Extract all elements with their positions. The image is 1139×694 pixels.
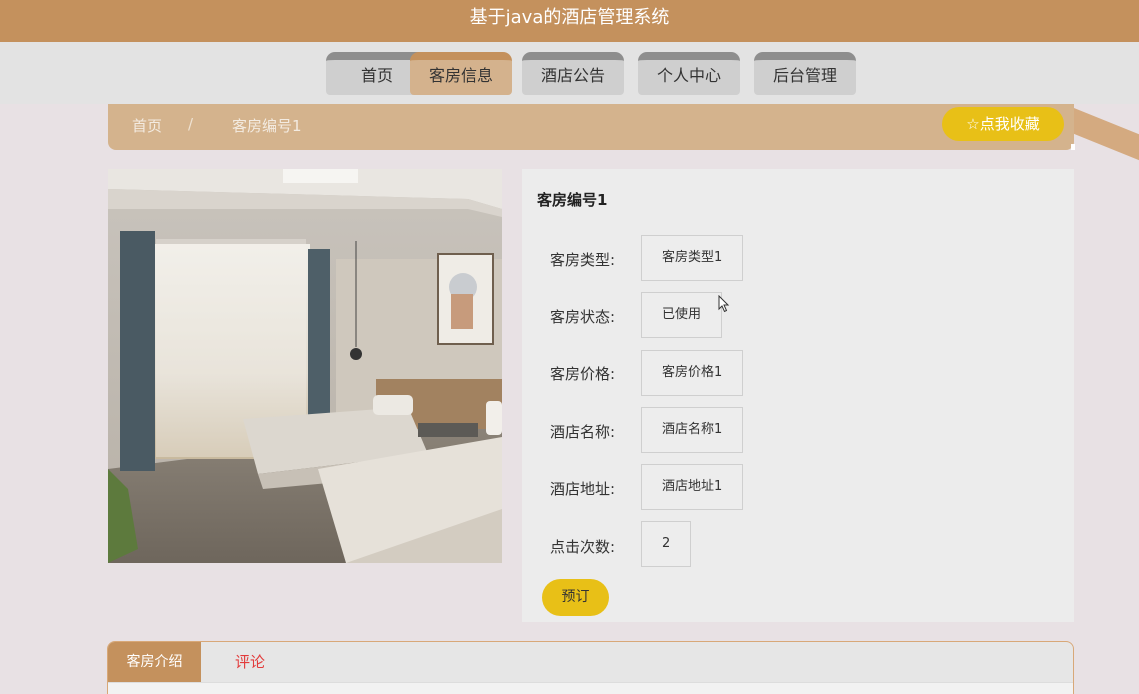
book-button[interactable]: 预订 <box>542 579 609 616</box>
tab-room-intro[interactable]: 客房介绍 <box>108 642 201 682</box>
hotel-name-value: 酒店名称1 <box>641 407 744 453</box>
nav-tab-notices[interactable]: 酒店公告 <box>522 52 624 95</box>
app-title-bar: 基于java的酒店管理系统 <box>0 0 1139 42</box>
room-photo <box>108 169 502 563</box>
tab-content <box>108 682 1073 694</box>
click-count-value: 2 <box>641 521 692 567</box>
room-status-value: 已使用 <box>641 292 723 338</box>
nav-tab-admin[interactable]: 后台管理 <box>754 52 856 95</box>
click-count-label: 点击次数: <box>550 538 616 556</box>
hotel-address-label: 酒店地址: <box>550 480 616 498</box>
ribbon-tip <box>1071 144 1075 150</box>
nav-tab-profile[interactable]: 个人中心 <box>638 52 740 95</box>
mouse-pointer-icon <box>718 294 730 317</box>
room-status-label: 客房状态: <box>550 308 616 326</box>
decorative-ribbon <box>1065 108 1139 161</box>
tab-comments[interactable]: 评论 <box>201 642 299 682</box>
breadcrumb: 首页 / 客房编号1 ☆点我收藏 <box>108 104 1074 150</box>
app-title: 基于java的酒店管理系统 <box>469 7 670 28</box>
nav-tab-rooms[interactable]: 客房信息 <box>410 52 512 95</box>
breadcrumb-separator: / <box>188 115 194 133</box>
room-price-label: 客房价格: <box>550 365 616 383</box>
room-type-label: 客房类型: <box>550 251 616 269</box>
room-title: 客房编号1 <box>537 191 608 209</box>
room-info-panel: 客房编号1 客房类型: 客房类型1 客房状态: 已使用 客房价格: 客房价格1 … <box>522 169 1074 622</box>
favorite-button[interactable]: ☆点我收藏 <box>942 107 1064 141</box>
breadcrumb-home-link[interactable]: 首页 <box>132 115 162 136</box>
breadcrumb-current: 客房编号1 <box>232 117 302 135</box>
room-price-value: 客房价格1 <box>641 350 744 396</box>
star-outline-icon: ☆ <box>966 115 980 133</box>
main-nav: 首页 客房信息 酒店公告 个人中心 后台管理 <box>0 42 1139 104</box>
favorite-label: 点我收藏 <box>979 115 1040 133</box>
detail-tabs: 客房介绍 评论 <box>107 641 1074 694</box>
room-type-value: 客房类型1 <box>641 235 744 281</box>
hotel-name-label: 酒店名称: <box>550 423 616 441</box>
hotel-address-value: 酒店地址1 <box>641 464 744 510</box>
